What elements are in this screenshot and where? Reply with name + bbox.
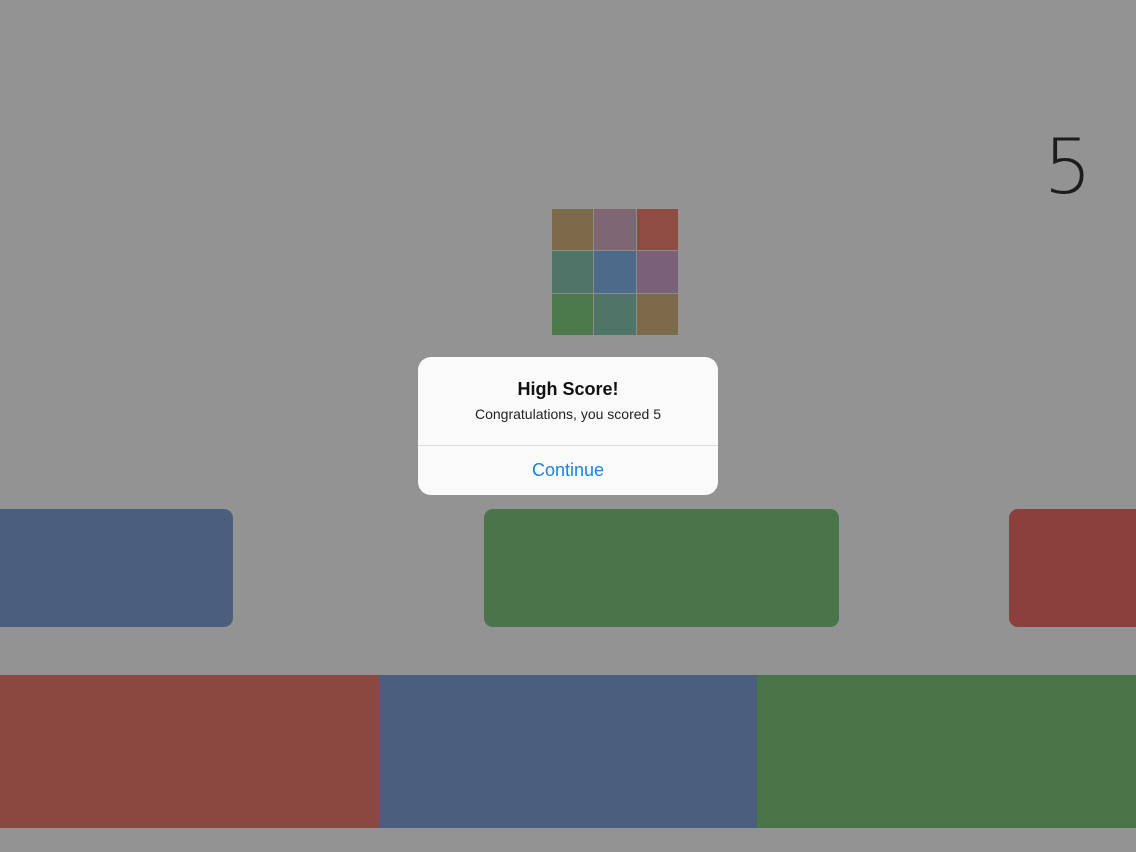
floor-block-blue (379, 675, 757, 828)
cube-cell (636, 251, 678, 293)
score-display: 5 (1043, 122, 1092, 211)
cube-cell (594, 209, 636, 251)
cube-cell (636, 209, 678, 251)
alert-title: High Score! (517, 379, 619, 399)
cube-cell (636, 293, 678, 335)
alert-message: Congratulations, you scored 5 (475, 406, 661, 422)
platform-blue (0, 509, 233, 627)
platform-red (1009, 509, 1136, 627)
continue-button[interactable]: Continue (418, 446, 718, 495)
player-cube (552, 209, 678, 335)
floor-block-green (757, 675, 1136, 828)
floor-block-red (0, 675, 379, 828)
platform-green (484, 509, 839, 627)
cube-cell (594, 293, 636, 335)
cube-cell (552, 209, 594, 251)
high-score-alert: High Score! Congratulations, you scored … (418, 357, 718, 495)
cube-cell (552, 293, 594, 335)
cube-cell (552, 251, 594, 293)
cube-cell (594, 251, 636, 293)
